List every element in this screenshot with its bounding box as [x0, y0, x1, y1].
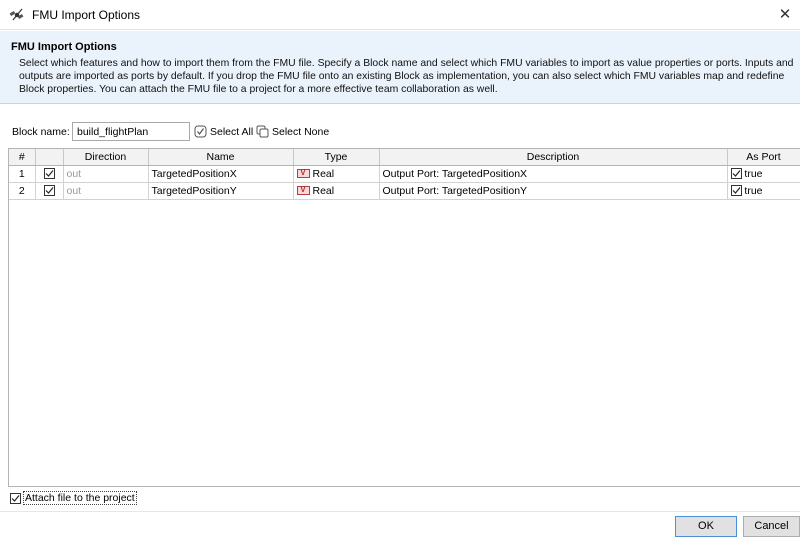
row-description[interactable]: Output Port: TargetedPositionX	[379, 165, 728, 183]
column-header-as-port[interactable]: As Port	[727, 149, 800, 166]
select-none-button[interactable]: Select None	[256, 123, 329, 140]
column-header-type[interactable]: Type	[293, 149, 380, 166]
row-number: 1	[9, 165, 36, 183]
checkmark-icon	[45, 187, 53, 195]
row-type-cell[interactable]: V Real	[293, 165, 380, 183]
select-none-label: Select None	[272, 125, 330, 138]
ok-button[interactable]: OK	[675, 516, 737, 537]
block-name-input[interactable]	[72, 122, 190, 141]
value-property-icon: V	[296, 186, 310, 196]
column-header-number[interactable]: #	[9, 149, 36, 166]
cameo-satellite-icon	[9, 8, 25, 22]
window-title: FMU Import Options	[32, 8, 141, 22]
column-header-direction[interactable]: Direction	[63, 149, 149, 166]
block-toolbar: Block name: Select All Select None	[6, 122, 796, 142]
row-select-checkbox-cell[interactable]	[35, 165, 64, 183]
info-panel: FMU Import Options Select which features…	[0, 31, 800, 104]
title-bar: FMU Import Options ✕	[0, 0, 800, 30]
block-name-label: Block name:	[12, 126, 70, 138]
checkmark-icon	[732, 170, 740, 178]
info-description: Select which features and how to import …	[19, 58, 794, 95]
table-row[interactable]: 2 out TargetedPositionY V Real Output Por…	[9, 182, 800, 200]
as-port-value: true	[744, 167, 763, 180]
row-type-cell[interactable]: V Real	[293, 182, 380, 200]
row-select-checkbox[interactable]	[43, 185, 55, 197]
select-none-icon	[256, 125, 269, 138]
row-select-checkbox[interactable]	[43, 168, 55, 180]
column-header-select[interactable]	[35, 149, 64, 166]
row-select-checkbox-cell[interactable]	[35, 182, 64, 200]
row-description[interactable]: Output Port: TargetedPositionY	[379, 182, 728, 200]
row-direction: out	[63, 165, 149, 183]
cancel-button[interactable]: Cancel	[743, 516, 800, 537]
info-heading: FMU Import Options	[11, 41, 117, 53]
checkmark-icon	[11, 494, 20, 502]
row-type: Real	[312, 184, 335, 197]
row-name[interactable]: TargetedPositionY	[148, 182, 294, 200]
select-all-icon	[194, 125, 207, 138]
attach-file-checkbox[interactable]	[10, 492, 21, 504]
as-port-checkbox[interactable]	[730, 168, 742, 180]
table-row[interactable]: 1 out TargetedPositionX V Real Output Por…	[9, 165, 800, 183]
row-type: Real	[312, 167, 335, 180]
as-port-checkbox[interactable]	[730, 185, 742, 197]
column-header-name[interactable]: Name	[148, 149, 294, 166]
row-as-port-cell[interactable]: true	[727, 165, 800, 183]
value-property-icon: V	[296, 169, 310, 179]
row-name[interactable]: TargetedPositionX	[148, 165, 294, 183]
attach-file-option[interactable]: Attach file to the project	[10, 491, 137, 505]
checkmark-icon	[45, 170, 53, 178]
select-all-button[interactable]: Select All	[194, 123, 253, 140]
select-all-label: Select All	[210, 125, 254, 138]
footer-divider	[0, 511, 800, 512]
column-header-description[interactable]: Description	[379, 149, 728, 166]
fmu-variables-table: # Direction Name Type Description As Por…	[8, 148, 800, 487]
checkmark-icon	[732, 187, 740, 195]
as-port-value: true	[744, 184, 763, 197]
row-number: 2	[9, 182, 36, 200]
close-icon[interactable]: ✕	[770, 0, 800, 30]
row-direction: out	[63, 182, 149, 200]
row-as-port-cell[interactable]: true	[727, 182, 800, 200]
attach-file-label[interactable]: Attach file to the project	[23, 491, 137, 505]
table-header-row: # Direction Name Type Description As Por…	[9, 149, 800, 166]
